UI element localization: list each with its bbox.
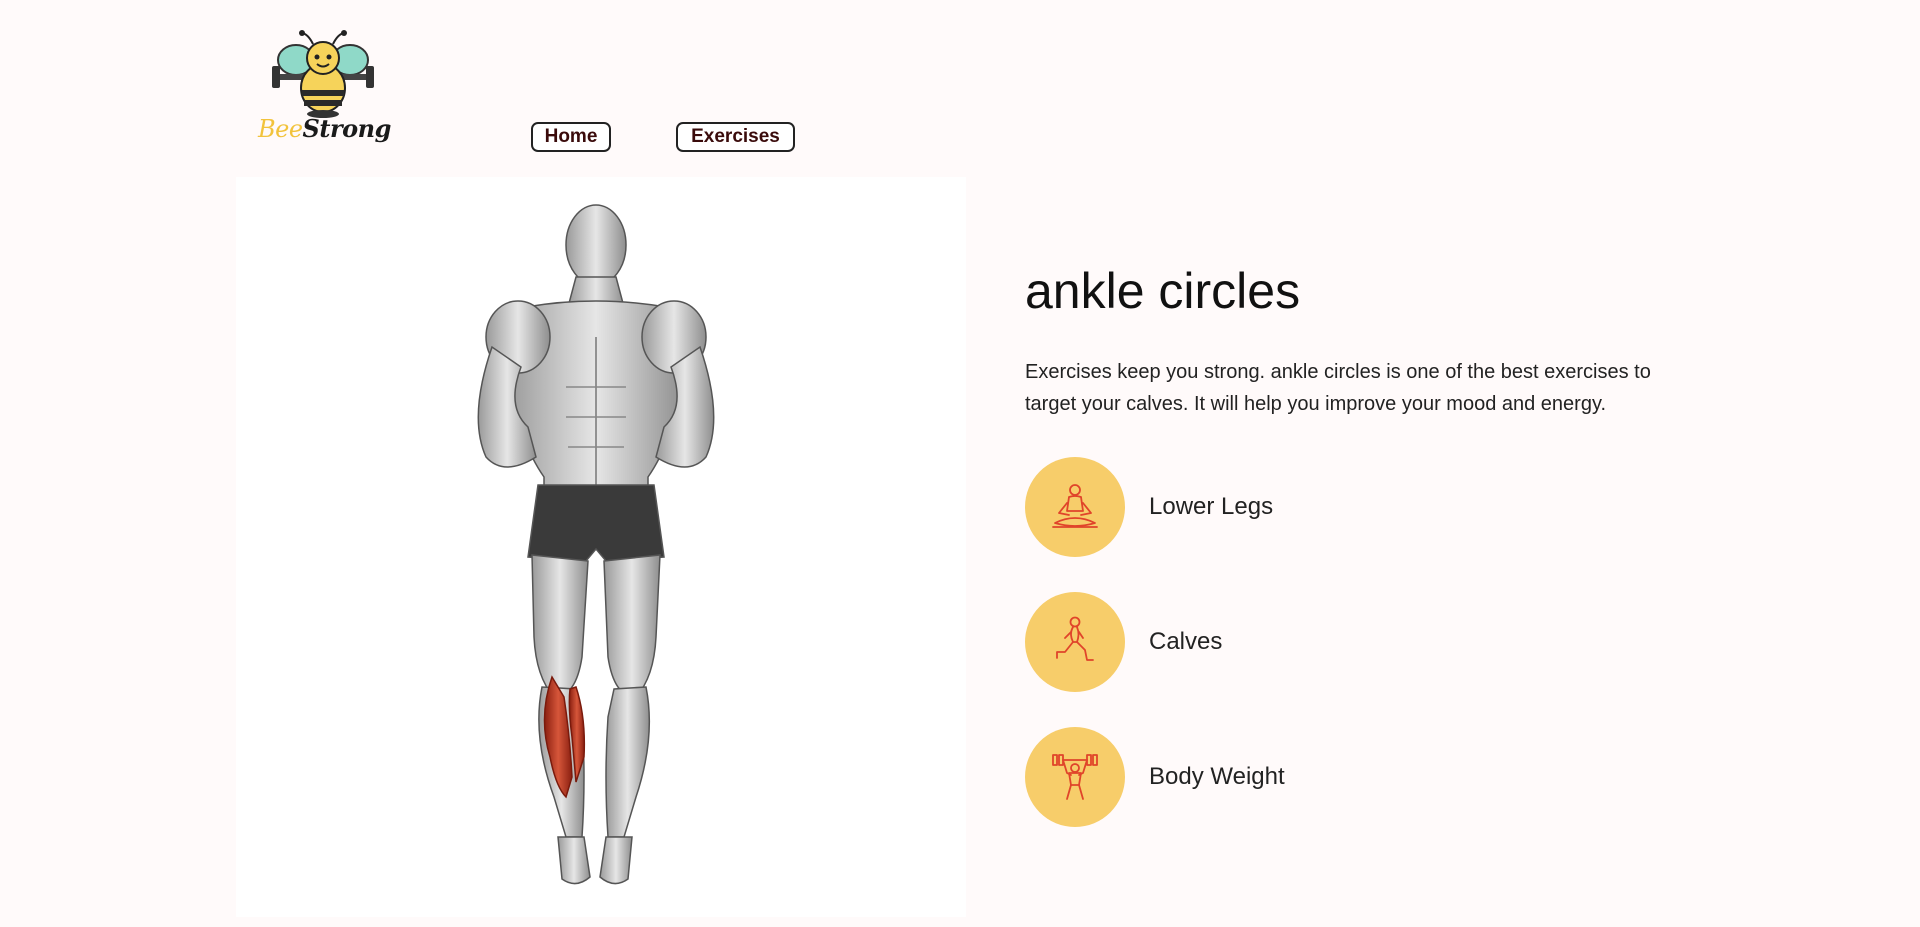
logo[interactable]: BeeStrong bbox=[258, 30, 392, 152]
lunge-pose-icon bbox=[1056, 616, 1094, 661]
tag-calves: Calves bbox=[1025, 592, 1222, 692]
tag-lower-legs: Lower Legs bbox=[1025, 457, 1273, 557]
tag-icon-circle bbox=[1025, 457, 1125, 557]
tag-label: Calves bbox=[1149, 628, 1223, 655]
page: BeeStrong Home Exercises ankle circles E… bbox=[0, 0, 1920, 927]
tag-label: Lower Legs bbox=[1149, 493, 1274, 520]
tag-icon-circle bbox=[1025, 592, 1125, 692]
tag-body-weight: Body Weight bbox=[1025, 727, 1285, 827]
exercise-title: ankle circles bbox=[1025, 263, 1301, 319]
exercise-image bbox=[236, 177, 966, 917]
logo-word-bee: Bee bbox=[258, 115, 303, 143]
bee-mascot-icon bbox=[272, 30, 374, 118]
nav-home-button[interactable]: Home bbox=[531, 122, 611, 152]
tag-label: Body Weight bbox=[1149, 763, 1285, 790]
logo-word-strong: Strong bbox=[302, 114, 392, 143]
yoga-pose-icon bbox=[1052, 484, 1098, 528]
exercise-description: Exercises keep you strong. ankle circles… bbox=[1025, 361, 1651, 415]
nav-exercises-button[interactable]: Exercises bbox=[676, 122, 795, 152]
dumbbell-lift-icon bbox=[1052, 754, 1098, 800]
logo-wordmark: BeeStrong bbox=[258, 114, 392, 143]
muscle-anatomy-illustration bbox=[477, 204, 715, 885]
tag-icon-circle bbox=[1025, 727, 1125, 827]
